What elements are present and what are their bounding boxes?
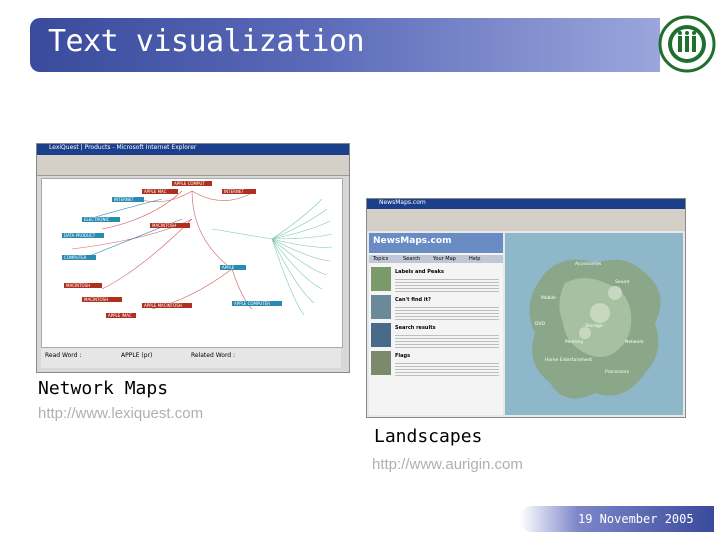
- landscapes-url[interactable]: http://www.aurigin.com: [372, 456, 523, 473]
- graph-node-label: COMPUTER: [64, 255, 87, 260]
- region-label: Home Entertainment: [545, 357, 592, 363]
- network-maps-url[interactable]: http://www.lexiquest.com: [38, 405, 203, 422]
- region-label: DVD: [535, 321, 545, 327]
- section-thumbnail: [371, 351, 391, 375]
- browser-menubar: [367, 209, 685, 217]
- section-text-lines: [395, 333, 499, 349]
- region-label: Processors: [605, 369, 630, 375]
- landscape-screenshot: NewsMaps.com NewsMaps.com Topics Search …: [366, 198, 686, 418]
- landscapes-caption: Landscapes: [374, 426, 483, 447]
- word-fields-bar: Read Word : APPLE (pr) Related Word :: [41, 348, 341, 368]
- region-label: Accessories: [575, 261, 602, 267]
- graph-node-label: DATA PRODUCT: [64, 233, 96, 238]
- university-seal-logo: [658, 15, 716, 73]
- network-map-screenshot: LexiQuest | Products - Microsoft Interne…: [36, 143, 350, 373]
- section-title: Can't find it?: [395, 297, 431, 303]
- section-text-lines: [395, 305, 499, 321]
- browser-titlebar: NewsMaps.com: [367, 199, 685, 209]
- newsmaps-sidebar: NewsMaps.com Topics Search Your Map Help…: [369, 233, 503, 415]
- region-label: Network: [625, 339, 644, 345]
- browser-window-title: NewsMaps.com: [379, 199, 426, 206]
- network-maps-caption: Network Maps: [38, 378, 169, 399]
- graph-node-label: APPLE: [222, 265, 235, 270]
- section-thumbnail: [371, 295, 391, 319]
- graph-node-label: MACINTOSH: [66, 283, 90, 288]
- section-text-lines: [395, 277, 499, 293]
- newsmaps-header: NewsMaps.com: [369, 233, 503, 253]
- graph-node-label: APPLE COMPUTER: [234, 301, 270, 306]
- region-label: Memory: [565, 339, 584, 345]
- section-title: Flags: [395, 353, 411, 359]
- read-word-value: APPLE (pr): [121, 352, 153, 359]
- slide-date: 19 November 2005: [578, 512, 694, 526]
- region-label: Mobile: [541, 295, 556, 301]
- graph-node-label: APPLE IMAC: [108, 313, 132, 318]
- browser-toolbar: [367, 217, 685, 231]
- graph-node-label: APPLE COMPUT: [174, 181, 205, 186]
- slide-title: Text visualization: [48, 24, 365, 59]
- section-thumbnail: [371, 323, 391, 347]
- section-title: Search results: [395, 325, 436, 331]
- graph-node-label: INTERNET: [224, 189, 244, 194]
- region-label: Storage: [585, 323, 603, 329]
- landscape-map[interactable]: Accessories Sound Mobile DVD Storage Net…: [505, 233, 683, 415]
- section-text-lines: [395, 361, 499, 377]
- graph-node-label: APPLE MACINTOSH: [144, 303, 182, 308]
- graph-node-label: MACINTOSH: [84, 297, 108, 302]
- graph-node-label: INTERNET: [114, 197, 134, 202]
- related-word-label: Related Word :: [191, 352, 236, 359]
- tab-topics[interactable]: Topics: [373, 256, 388, 262]
- newsmaps-logo: NewsMaps.com: [373, 236, 452, 246]
- tab-search[interactable]: Search: [403, 256, 420, 262]
- newsmaps-tabs: Topics Search Your Map Help: [369, 255, 503, 263]
- section-title: Labels and Peaks: [395, 269, 444, 275]
- graph-node-label: ELECTRONIC: [84, 217, 110, 222]
- island-map: Accessories Sound Mobile DVD Storage Net…: [529, 259, 661, 399]
- network-graph: APPLE COMPUT APPLE MAC INTERNET INTERNET…: [62, 181, 333, 318]
- graph-node-label: APPLE MAC: [144, 189, 167, 194]
- browser-toolbar: [37, 163, 349, 176]
- read-word-label: Read Word :: [45, 352, 82, 359]
- tab-help[interactable]: Help: [469, 256, 480, 262]
- tab-your-map[interactable]: Your Map: [433, 256, 456, 262]
- browser-titlebar: LexiQuest | Products - Microsoft Interne…: [37, 144, 349, 155]
- browser-window-title: LexiQuest | Products - Microsoft Interne…: [49, 144, 197, 151]
- network-graph-canvas: APPLE COMPUT APPLE MAC INTERNET INTERNET…: [41, 178, 343, 348]
- region-label: Sound: [615, 279, 629, 285]
- graph-node-label: MACINTOSH: [152, 223, 176, 228]
- section-thumbnail: [371, 267, 391, 291]
